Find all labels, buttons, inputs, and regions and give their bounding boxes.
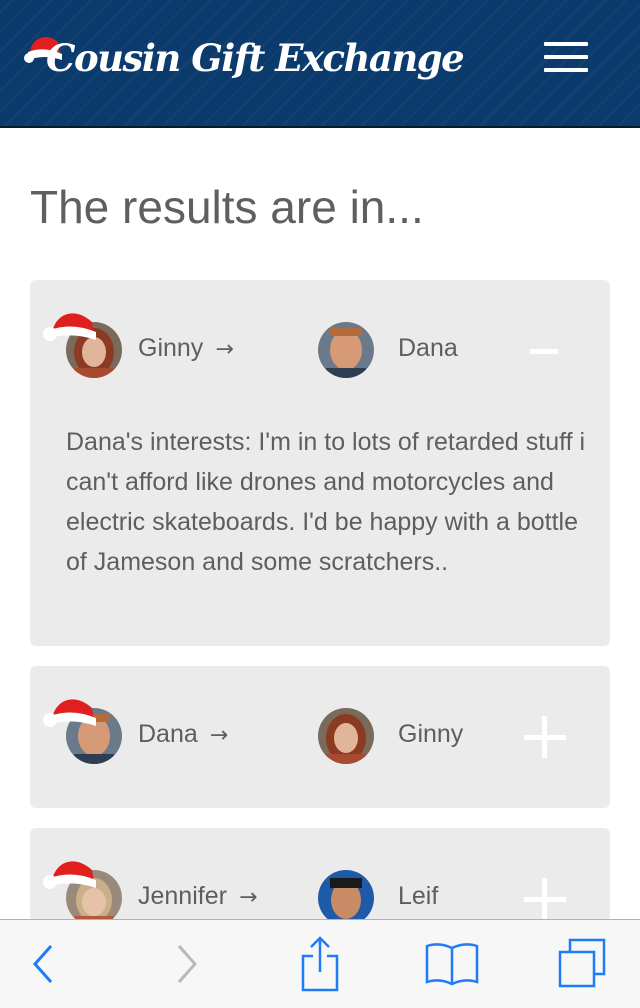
match-pair: Dana → Ginny <box>30 699 610 768</box>
forward-icon <box>177 945 198 983</box>
avatar <box>318 870 374 926</box>
share-icon <box>301 936 339 992</box>
receiver-name: Dana <box>398 334 458 362</box>
interests-text: Dana's interests: I'm in to lots of reta… <box>66 428 586 576</box>
match-card: Ginny → Dana Dana's interests: I'm in to … <box>30 280 610 646</box>
expand-button[interactable] <box>520 874 570 924</box>
avatar <box>318 708 374 764</box>
receiver-name: Leif <box>398 882 439 910</box>
avatar <box>318 322 374 378</box>
site-logo-text: Cousin Gift Exchange <box>46 36 465 80</box>
menu-line <box>544 42 588 46</box>
collapse-button[interactable] <box>520 326 570 376</box>
giver-name-text: Jennifer <box>138 882 227 910</box>
giver-name: Ginny → <box>138 334 234 363</box>
site-header: Cousin Gift Exchange <box>0 0 640 128</box>
giver-name: Dana → <box>138 720 228 749</box>
santa-hat-icon <box>43 699 96 727</box>
giver-name-text: Ginny <box>138 334 204 362</box>
santa-hat-icon <box>43 313 96 341</box>
expand-button[interactable] <box>520 712 570 762</box>
bookmarks-button[interactable] <box>422 934 482 994</box>
plus-icon-vertical <box>542 878 547 920</box>
browser-toolbar <box>0 919 640 1008</box>
giver-name: Jennifer → <box>138 882 257 911</box>
tabs-icon <box>558 938 606 988</box>
giver-name-text: Dana <box>138 720 198 748</box>
match-card: Dana → Ginny <box>30 666 610 808</box>
arrow-right-icon: → <box>209 723 229 748</box>
tabs-button[interactable] <box>552 934 612 994</box>
receiver-name: Ginny <box>398 720 464 748</box>
arrow-right-icon: → <box>238 885 258 910</box>
match-pair: Ginny → Dana <box>30 313 610 382</box>
page-title: The results are in... <box>30 181 424 233</box>
bookmarks-icon <box>425 943 479 986</box>
plus-icon-vertical <box>542 716 547 758</box>
santa-hat-icon <box>43 861 96 889</box>
back-icon <box>32 945 53 983</box>
back-button[interactable] <box>14 934 74 994</box>
arrow-right-icon: → <box>215 337 234 362</box>
forward-button[interactable] <box>156 934 216 994</box>
menu-line <box>544 68 588 72</box>
site-logo[interactable]: Cousin Gift Exchange <box>24 30 465 90</box>
menu-line <box>544 55 588 59</box>
minus-icon <box>530 349 558 354</box>
hamburger-menu-button[interactable] <box>544 42 590 74</box>
share-button[interactable] <box>290 934 350 994</box>
